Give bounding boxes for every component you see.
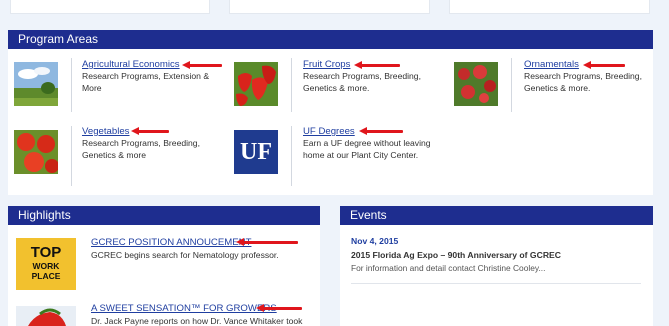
annotation-arrow-icon [182,61,222,69]
annotation-arrow-icon [359,127,403,135]
highlights-header: Highlights [8,206,320,225]
event-title-link[interactable]: 2015 Florida Ag Expo – 90th Anniversary … [351,250,561,260]
fruit-crops-link[interactable]: Fruit Crops [303,59,350,70]
position-announcement-link[interactable]: GCREC POSITION ANNOUCEMENT [91,237,251,248]
event-divider [351,283,641,284]
previous-section-box [229,0,430,14]
agricultural-economics-desc: Research Programs, Extension & More [82,71,210,93]
previous-section-box [10,0,210,14]
vegetables-desc: Research Programs, Breeding, Genetics & … [82,138,200,160]
uf-degrees-link[interactable]: UF Degrees [303,126,355,137]
strawberry-photo-icon[interactable] [16,306,76,326]
divider [291,126,292,186]
uf-logo-text: UF [240,139,272,165]
divider [511,58,512,112]
strawberries-photo-icon[interactable] [234,62,278,106]
uf-logo-icon[interactable]: UF [234,130,278,174]
events-header: Events [340,206,653,225]
annotation-arrow-icon [256,304,302,312]
previous-section-box [449,0,650,14]
agricultural-economics-link[interactable]: Agricultural Economics [82,59,180,70]
uf-degrees-desc: Earn a UF degree without leaving home at… [303,138,431,160]
ornamentals-link[interactable]: Ornamentals [524,59,579,70]
vegetables-link[interactable]: Vegetables [82,126,129,137]
event-date: Nov 4, 2015 [351,236,399,246]
previous-section-strip [0,0,669,20]
sweet-sensation-link[interactable]: A SWEET SENSATION™ FOR GROWERS [91,303,277,314]
annotation-arrow-icon [131,127,169,135]
annotation-arrow-icon [583,61,625,69]
program-areas-header: Program Areas [8,30,653,49]
annotation-arrow-icon [354,61,400,69]
fruit-crops-desc: Research Programs, Breeding, Genetics & … [303,71,421,93]
annotation-arrow-icon [236,238,298,246]
badge-line-3: PLACE [31,271,61,281]
badge-line-2: WORK [32,261,60,271]
divider [291,58,292,112]
ornamentals-desc: Research Programs, Breeding, Genetics & … [524,71,642,93]
event-desc: For information and detail contact Chris… [351,263,546,273]
divider [71,126,72,186]
flowers-photo-icon[interactable] [454,62,498,106]
top-work-place-badge[interactable]: TOP WORK PLACE [16,238,76,290]
sweet-sensation-desc: Dr. Jack Payne reports on how Dr. Vance … [91,316,303,326]
badge-line-1: TOP [30,244,62,261]
position-announcement-desc: GCREC begins search for Nematology profe… [91,250,279,260]
landscape-photo-icon[interactable] [14,62,58,106]
tomatoes-photo-icon[interactable] [14,130,58,174]
divider [71,58,72,112]
